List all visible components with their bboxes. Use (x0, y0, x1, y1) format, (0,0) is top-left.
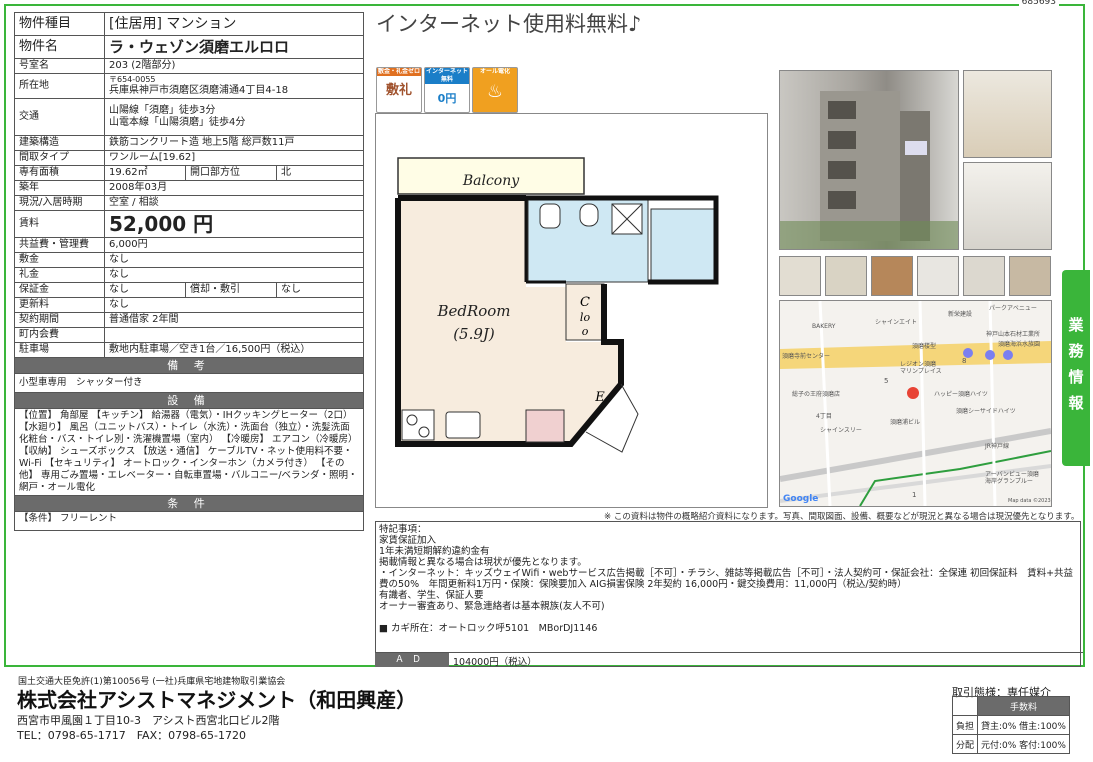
property-spec-table: 物件種目 [住居用] マンション 物件名 ラ・ウェゾン須磨エルロロ 号室名 203 (… (14, 12, 364, 531)
remarks-text: 特記事項： 家賃保証加入 1年未満短期解約違約金有 掲載情報と異なる場合は現状が… (379, 524, 1074, 634)
bulb-icon: ♨ (486, 81, 504, 102)
document-id: 685693 (1018, 0, 1059, 7)
washbasin (539, 203, 561, 229)
equipment-text: 【位置】 角部屋 【キッチン】 給湯器（電気）・IHクッキングヒーター（2口） … (14, 408, 364, 496)
business-info-tab[interactable]: 業 務 情 報 (1062, 270, 1090, 466)
spec-row-name: 物件名 ラ・ウェゾン須磨エルロロ (14, 35, 364, 59)
spec-row-guarantee: 保証金 なし 償却・敷引 なし (14, 282, 364, 298)
conditions-text: 【条件】 フリーレント (14, 511, 364, 531)
thumbnail-4[interactable] (917, 256, 959, 296)
thumbnail-3[interactable] (871, 256, 913, 296)
spec-row-status: 現況/入居時期 空室 / 相談 (14, 195, 364, 211)
spec-row-built: 築年 2008年03月 (14, 180, 364, 196)
kitchen-sink (445, 411, 481, 439)
all-electric-badge: オール電化 ♨ (472, 67, 518, 113)
special-remarks-box: 特記事項： 家賃保証加入 1年未満短期解約違約金有 掲載情報と異なる場合は現状が… (375, 521, 1083, 668)
spec-row-structure: 建築構造 鉄筋コンクリート造 地上5階 総戸数11戸 (14, 135, 364, 151)
unit-bath-area (650, 208, 717, 283)
thumbnail-2[interactable] (825, 256, 867, 296)
free-internet-badge: インターネット無料 0円 (424, 67, 470, 113)
spec-row-type: 物件種目 [住居用] マンション (14, 12, 364, 36)
thumbnail-6[interactable] (1009, 256, 1051, 296)
zip-code: 〒654-0055 (109, 75, 156, 84)
balcony-label: Balcony (462, 173, 520, 189)
ad-value: 104000円（税込） (453, 657, 537, 668)
property-type: [住居用] マンション (104, 12, 364, 36)
spec-row-town: 町内会費 (14, 327, 364, 343)
notes-heading: 備 考 (14, 357, 364, 374)
notes-text: 小型車専用 シャッター付き (14, 373, 364, 393)
svg-text:C: C (580, 295, 590, 310)
google-logo: Google (783, 494, 819, 504)
headline: インターネット使用料無料♪ (376, 12, 642, 36)
ad-label: ＡＤ (375, 653, 449, 667)
ad-fee-row: ＡＤ 104000円（税込） (375, 652, 1083, 668)
rent-value: 52,000 円 (104, 210, 364, 238)
spec-row-keymoney: 礼金 なし (14, 267, 364, 283)
spec-row-access: 交通 山陽線「須磨」徒歩3分 山電本線「山陽須磨」徒歩4分 (14, 98, 364, 136)
spec-row-location: 所在地 〒654-0055 兵庫県神戸市須磨区須磨浦通4丁目4-18 (14, 73, 364, 99)
fridge-space (525, 409, 565, 443)
thumbnail-1[interactable] (779, 256, 821, 296)
kitchen-photo[interactable] (963, 162, 1052, 250)
ih-cooktop (401, 409, 435, 441)
svg-text:lo: lo (580, 311, 591, 324)
spec-row-room: 号室名 203 (2階部分) (14, 58, 364, 74)
no-deposit-badge: 敷金・礼金ゼロ 敷礼 (376, 67, 422, 113)
spec-row-renewal: 更新料 なし (14, 297, 364, 313)
bedroom-size: (5.9J) (453, 325, 495, 343)
building-exterior-photo[interactable] (779, 70, 959, 250)
equipment-heading: 設 備 (14, 392, 364, 409)
location-map[interactable]: パークアベニュー シャインエイト 新栄建設 BAKERY 神戸山本石材工業所 須… (779, 300, 1052, 507)
room-photo-1[interactable] (963, 70, 1052, 158)
spec-row-contract: 契約期間 普通借家 2年間 (14, 312, 364, 328)
bedroom-label: BedRoom (436, 302, 510, 320)
property-name: ラ・ウェゾン須磨エルロロ (104, 35, 364, 59)
company-address: 西宮市甲風園１丁目10-3 アシスト西宮北口ビル2階 (17, 714, 280, 727)
spec-row-common: 共益費・管理費 6,000円 (14, 237, 364, 253)
address: 兵庫県神戸市須磨区須磨浦通4丁目4-18 (109, 85, 289, 96)
spec-row-area: 専有面積 19.62㎡ 開口部方位北 (14, 165, 364, 181)
company-phone: TEL：0798-65-1717 FAX：0798-65-1720 (17, 729, 247, 742)
svg-text:o: o (582, 325, 589, 338)
toilet (579, 203, 599, 227)
floor-plan-drawing: Balcony BedRoom (5.9J) C lo o E (395, 157, 719, 453)
thumbnail-5[interactable] (963, 256, 1005, 296)
company-name: 株式会社アシストマネジメント（和田興産） (17, 688, 417, 712)
property-pin-icon (907, 387, 919, 399)
conditions-heading: 条 件 (14, 495, 364, 512)
floor-plan: Balcony BedRoom (5.9J) C lo o E (375, 113, 768, 508)
spec-row-rent: 賃料 52,000 円 (14, 210, 364, 238)
spec-row-layout: 間取タイプ ワンルーム[19.62] (14, 150, 364, 166)
spec-row-parking: 駐車場 敷地内駐車場／空き1台／16,500円（税込） (14, 342, 364, 358)
commission-table: 手数料 負担 貸主:0% 借主:100% 分配 元付:0% 客付:100% (951, 696, 1070, 754)
spec-row-deposit: 敷金 なし (14, 252, 364, 268)
